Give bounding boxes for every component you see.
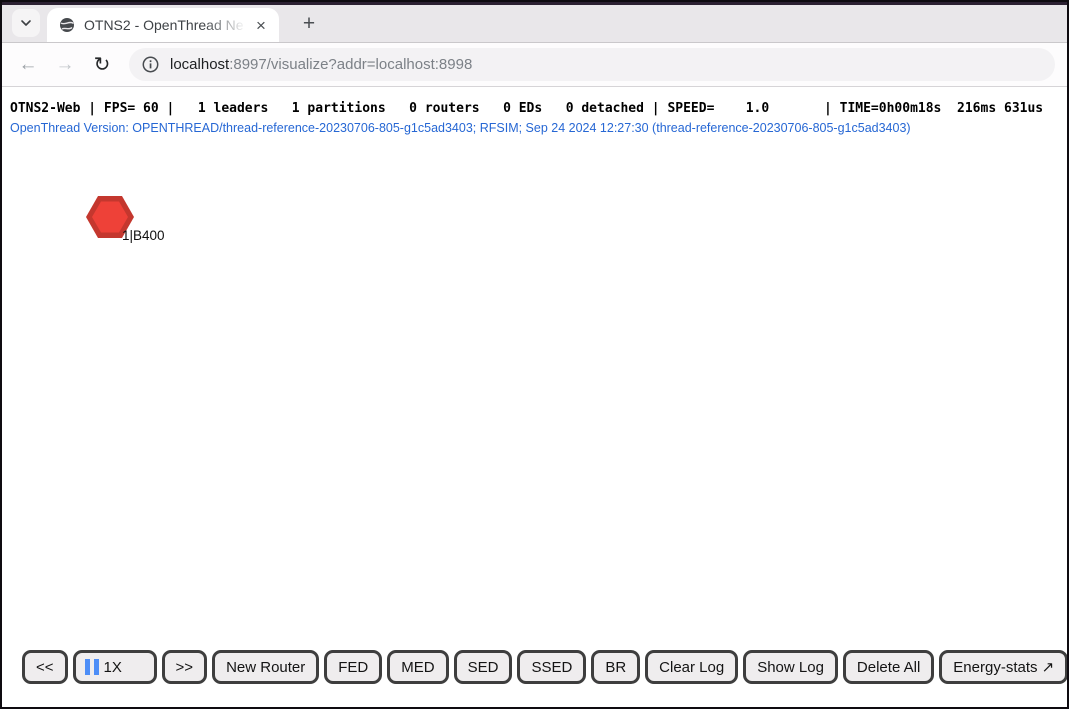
delete-all-button[interactable]: Delete All <box>843 650 934 684</box>
energy-stats-button[interactable]: Energy-stats ↗ <box>939 650 1068 684</box>
browser-tab[interactable]: OTNS2 - OpenThread Ne × <box>47 8 279 42</box>
reload-button[interactable]: ↻ <box>90 53 114 77</box>
url-bar[interactable]: localhost:8997/visualize?addr=localhost:… <box>129 48 1055 81</box>
back-button[interactable]: ← <box>16 53 40 77</box>
toolbar: << 1X >> New Router FED MED SED SSED BR … <box>22 650 1069 684</box>
pause-icon <box>85 659 99 675</box>
show-log-button[interactable]: Show Log <box>743 650 838 684</box>
fast-forward-button[interactable]: >> <box>162 650 208 684</box>
tab-search-button[interactable] <box>12 9 40 37</box>
fed-button[interactable]: FED <box>324 650 382 684</box>
url-text: localhost:8997/visualize?addr=localhost:… <box>170 56 472 73</box>
speed-label: 1X <box>104 659 122 676</box>
tab-title: OTNS2 - OpenThread Ne <box>84 17 251 33</box>
address-bar: ← → ↻ localhost:8997/visualize?addr=loca… <box>2 43 1067 87</box>
url-path: :8997/visualize?addr=localhost:8998 <box>229 56 472 73</box>
tab-close-icon[interactable]: × <box>251 15 271 35</box>
globe-icon <box>59 17 75 33</box>
speed-pause-button[interactable]: 1X <box>73 650 157 684</box>
sed-button[interactable]: SED <box>454 650 513 684</box>
node-label: 1|B400 <box>122 228 165 243</box>
rewind-button[interactable]: << <box>22 650 68 684</box>
new-router-button[interactable]: New Router <box>212 650 319 684</box>
ssed-button[interactable]: SSED <box>517 650 586 684</box>
new-tab-button[interactable]: + <box>295 9 323 37</box>
browser-window: OTNS2 - OpenThread Ne × + ← → ↻ localhos… <box>0 0 1069 709</box>
version-link[interactable]: OpenThread Version: OPENTHREAD/thread-re… <box>10 121 911 135</box>
med-button[interactable]: MED <box>387 650 448 684</box>
url-host: localhost <box>170 56 229 73</box>
br-button[interactable]: BR <box>591 650 640 684</box>
forward-button[interactable]: → <box>53 53 77 77</box>
status-line: OTNS2-Web | FPS= 60 | 1 leaders 1 partit… <box>10 101 1043 116</box>
tab-strip: OTNS2 - OpenThread Ne × + <box>2 5 1067 43</box>
chevron-down-icon <box>19 16 33 30</box>
simulator-canvas: OTNS2-Web | FPS= 60 | 1 leaders 1 partit… <box>2 88 1067 707</box>
info-icon[interactable] <box>142 56 159 73</box>
clear-log-button[interactable]: Clear Log <box>645 650 738 684</box>
